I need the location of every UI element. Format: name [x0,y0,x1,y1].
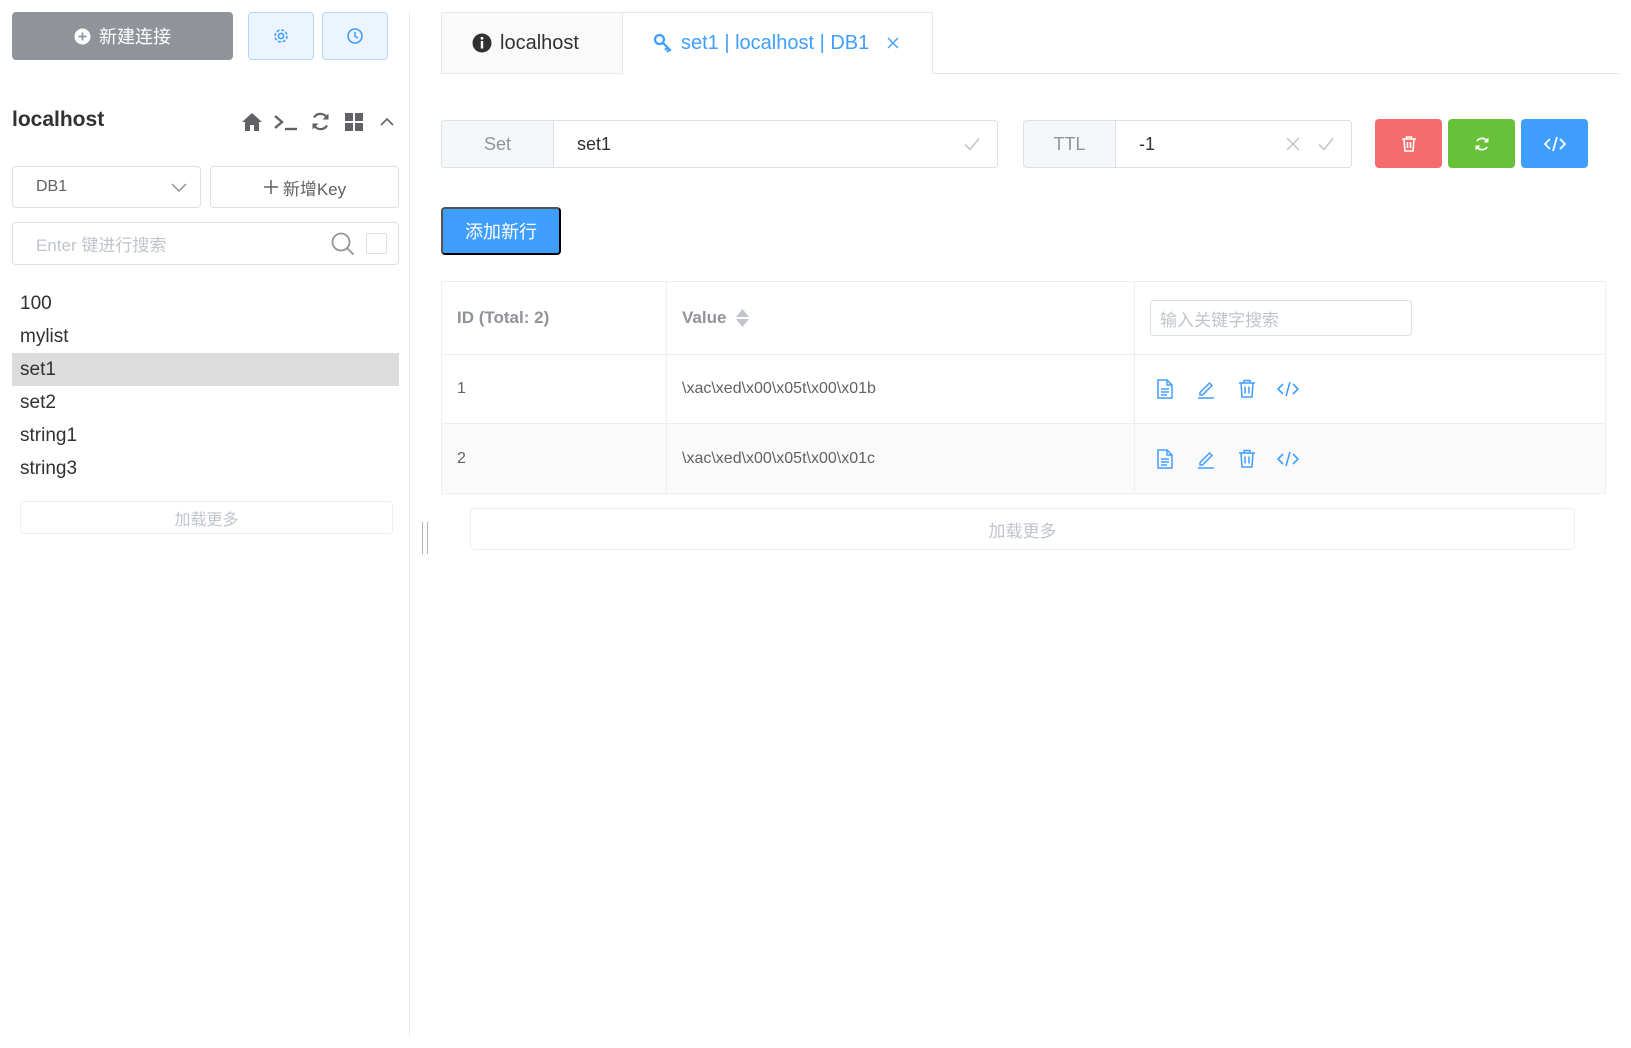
trash-icon [1400,135,1418,153]
db-select-value: DB1 [36,178,68,195]
key-search-placeholder: Enter 键进行搜索 [36,236,167,255]
cell-value: \xac\xed\x00\x05t\x00\x01b [667,355,1135,423]
key-list-item[interactable]: set1 [12,353,399,386]
history-button[interactable] [322,12,388,60]
new-connection-label: 新建连接 [99,27,171,47]
search-icon[interactable] [330,231,356,257]
code-icon[interactable] [1277,448,1299,470]
edit-icon[interactable] [1195,448,1217,470]
table-row: 2 \xac\xed\x00\x05t\x00\x01c [442,424,1605,493]
sort-icon[interactable] [736,309,750,327]
tab-label: localhost [500,31,579,54]
cell-actions [1135,424,1605,493]
connection-name: localhost [12,108,105,131]
cell-value: \xac\xed\x00\x05t\x00\x01c [667,424,1135,493]
add-row-button[interactable]: 添加新行 [441,207,561,255]
column-header-value[interactable]: Value [667,282,1135,354]
edit-icon[interactable] [1195,378,1217,400]
table-header: ID (Total: 2) Value 输入关键字搜索 [442,282,1605,355]
home-icon[interactable] [240,110,263,133]
key-search-input[interactable]: Enter 键进行搜索 [12,222,399,265]
cell-actions [1135,355,1605,423]
cell-id: 1 [442,355,667,423]
ttl-value: -1 [1139,133,1156,154]
table-body: 1 \xac\xed\x00\x05t\x00\x01b 2 \xac\xed\x00… [442,355,1605,493]
column-header-id: ID (Total: 2) [442,282,667,354]
main-load-more-button[interactable]: 加载更多 [470,508,1575,550]
grid-icon[interactable] [342,110,365,133]
check-icon[interactable] [963,135,981,153]
code-icon[interactable] [1277,378,1299,400]
code-icon [1543,135,1566,153]
clock-icon [346,27,364,45]
key-list-item[interactable]: string3 [12,452,399,485]
connection-toolbar [240,110,398,133]
new-key-label: 新增Key [282,179,347,199]
key-list: 100 mylist set1 set2 string1 string3 [12,287,399,485]
set-members-table: ID (Total: 2) Value 输入关键字搜索 1 \xac\xed\x0… [441,281,1606,494]
table-search-placeholder: 输入关键字搜索 [1160,310,1279,330]
key-list-item[interactable]: set2 [12,386,399,419]
check-icon[interactable] [1317,135,1335,153]
info-icon [472,33,492,53]
new-connection-button[interactable]: 新建连接 [12,12,233,60]
plus-circle-icon [74,28,91,45]
cell-id: 2 [442,424,667,493]
exact-search-checkbox[interactable] [366,233,387,254]
gear-icon [272,27,290,45]
tab-bar: localhost set1 | localhost | DB1 [441,12,1619,74]
db-select[interactable]: DB1 [12,166,201,208]
key-name-value: set1 [577,133,612,154]
trash-icon[interactable] [1236,378,1258,400]
sidebar-load-more-button[interactable]: 加载更多 [20,501,393,534]
resize-handle[interactable] [422,522,428,554]
view-icon[interactable] [1154,448,1176,470]
settings-button[interactable] [248,12,314,60]
trash-icon[interactable] [1236,448,1258,470]
refresh-icon[interactable] [309,110,332,133]
sidebar-divider [409,12,410,1036]
refresh-icon [1474,136,1490,152]
tab-key-set1[interactable]: set1 | localhost | DB1 [622,12,933,74]
table-search-input[interactable]: 输入关键字搜索 [1150,300,1412,336]
terminal-icon[interactable] [273,110,299,133]
dump-command-button[interactable] [1521,119,1588,168]
close-icon[interactable] [887,37,899,49]
chevron-up-icon[interactable] [375,110,398,133]
ttl-input[interactable]: -1 [1116,120,1352,168]
key-list-item[interactable]: string1 [12,419,399,452]
key-list-item[interactable]: mylist [12,320,399,353]
plus-icon [263,179,279,195]
delete-key-button[interactable] [1375,119,1442,168]
key-list-item[interactable]: 100 [12,287,399,320]
chevron-down-icon [170,178,188,196]
new-key-button[interactable]: 新增Key [210,166,399,208]
key-icon [653,33,673,53]
ttl-label: TTL [1023,120,1116,168]
table-row: 1 \xac\xed\x00\x05t\x00\x01b [442,355,1605,424]
tab-label: set1 | localhost | DB1 [681,31,870,54]
sidebar: 新建连接 localhost DB1 新增Key Enter 键进行搜索 100… [0,0,410,1048]
column-header-actions: 输入关键字搜索 [1135,282,1605,354]
column-header-value-label: Value [682,308,727,327]
key-name-input[interactable]: set1 [554,120,998,168]
clear-icon[interactable] [1285,136,1301,152]
view-icon[interactable] [1154,378,1176,400]
key-type-label: Set [441,120,554,168]
refresh-key-button[interactable] [1448,119,1515,168]
tab-localhost[interactable]: localhost [441,12,623,74]
